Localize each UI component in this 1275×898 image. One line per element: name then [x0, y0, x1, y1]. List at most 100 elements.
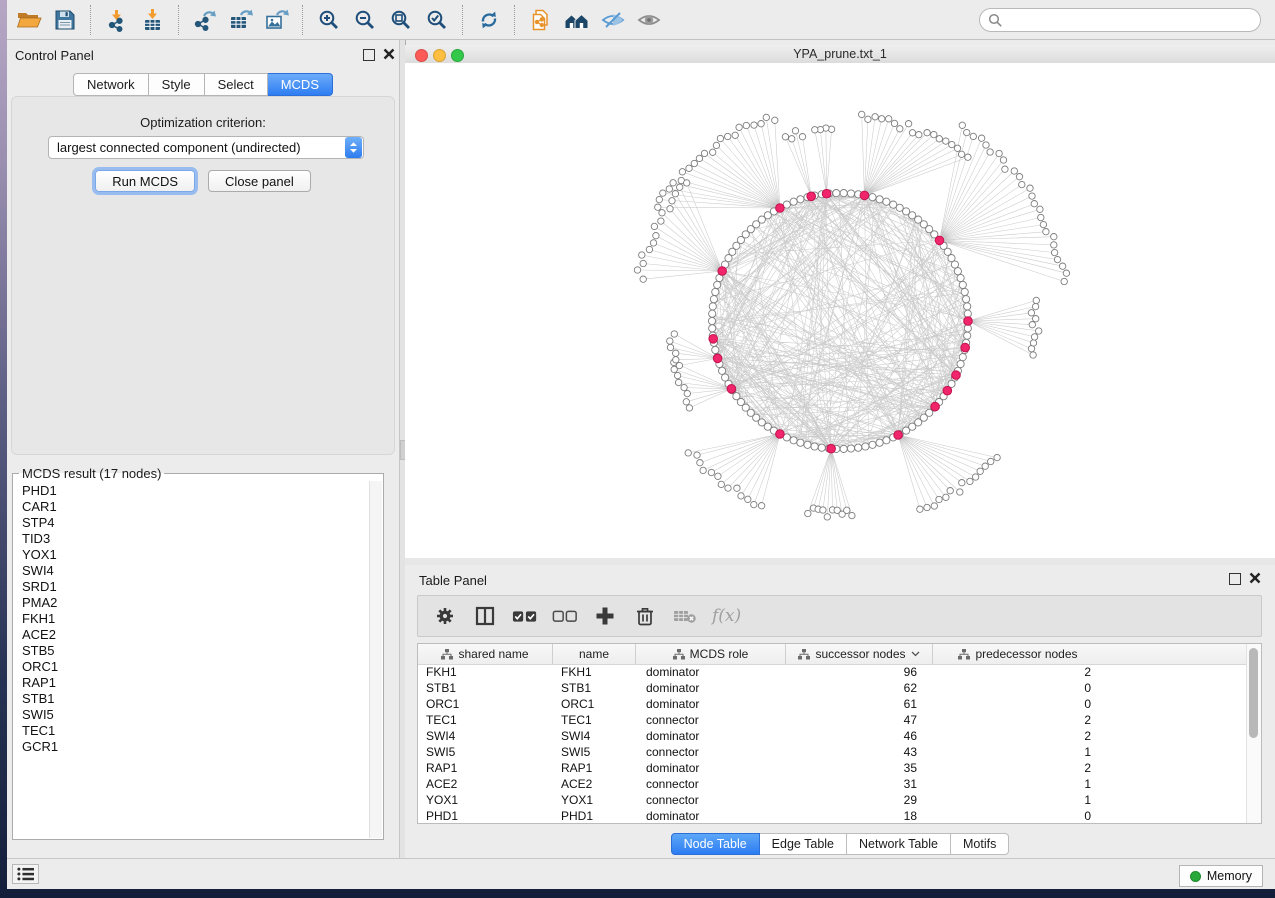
network-leaf-node[interactable]: [634, 267, 640, 273]
network-leaf-node[interactable]: [667, 344, 673, 350]
network-node[interactable]: [709, 303, 716, 310]
network-node[interactable]: [883, 437, 890, 444]
network-leaf-node[interactable]: [972, 474, 978, 480]
network-dominator-node[interactable]: [709, 335, 718, 344]
mcds-result-item[interactable]: YOX1: [22, 547, 370, 563]
column-header-mcds-role[interactable]: MCDS role: [636, 644, 786, 664]
network-node[interactable]: [847, 445, 854, 452]
network-leaf-node[interactable]: [1033, 316, 1039, 322]
network-node[interactable]: [710, 296, 717, 303]
network-leaf-node[interactable]: [686, 405, 692, 411]
mcds-result-item[interactable]: SWI5: [22, 707, 370, 723]
network-leaf-node[interactable]: [886, 116, 892, 122]
network-node[interactable]: [709, 310, 716, 317]
network-node[interactable]: [959, 281, 966, 288]
network-leaf-node[interactable]: [943, 494, 949, 500]
network-leaf-node[interactable]: [758, 121, 764, 127]
float-table-panel-icon[interactable]: [1229, 573, 1241, 585]
network-leaf-node[interactable]: [738, 493, 744, 499]
network-leaf-node[interactable]: [725, 133, 731, 139]
network-node[interactable]: [954, 268, 961, 275]
table-row[interactable]: ACE2ACE2connector311: [418, 776, 1247, 792]
tab-motifs[interactable]: Motifs: [951, 833, 1009, 855]
network-leaf-node[interactable]: [640, 276, 646, 282]
network-leaf-node[interactable]: [1051, 249, 1057, 255]
network-leaf-node[interactable]: [700, 467, 706, 473]
network-leaf-node[interactable]: [1027, 185, 1033, 191]
tab-edge-table[interactable]: Edge Table: [760, 833, 847, 855]
houses-button[interactable]: [559, 4, 595, 36]
network-leaf-node[interactable]: [1036, 328, 1042, 334]
network-leaf-node[interactable]: [673, 350, 679, 356]
table-row[interactable]: ORC1ORC1dominator610: [418, 696, 1247, 712]
tab-mcds[interactable]: MCDS: [268, 73, 333, 96]
network-node[interactable]: [963, 296, 970, 303]
network-leaf-node[interactable]: [713, 142, 719, 148]
column-header-predecessor-nodes[interactable]: predecessor nodes: [933, 644, 1103, 664]
network-leaf-node[interactable]: [977, 468, 983, 474]
network-node[interactable]: [708, 317, 715, 324]
network-leaf-node[interactable]: [987, 149, 993, 155]
network-leaf-node[interactable]: [710, 149, 716, 155]
mcds-result-item[interactable]: GCR1: [22, 739, 370, 755]
network-leaf-node[interactable]: [1054, 256, 1060, 262]
network-node[interactable]: [790, 198, 797, 205]
network-leaf-node[interactable]: [1032, 303, 1038, 309]
mcds-result-list[interactable]: PHD1CAR1STP4TID3YOX1SWI4SRD1PMA2FKH1ACE2…: [14, 481, 370, 838]
network-leaf-node[interactable]: [824, 514, 830, 520]
mcds-result-scrollbar[interactable]: [369, 481, 382, 838]
network-leaf-node[interactable]: [1030, 352, 1036, 358]
network-leaf-node[interactable]: [983, 142, 989, 148]
network-leaf-node[interactable]: [965, 154, 971, 160]
network-canvas[interactable]: [405, 63, 1275, 558]
mcds-result-item[interactable]: FKH1: [22, 611, 370, 627]
network-node[interactable]: [797, 439, 804, 446]
network-leaf-node[interactable]: [792, 128, 798, 134]
mcds-result-item[interactable]: STB1: [22, 691, 370, 707]
network-leaf-node[interactable]: [1061, 278, 1067, 284]
network-leaf-node[interactable]: [674, 372, 680, 378]
network-leaf-node[interactable]: [1000, 157, 1006, 163]
network-leaf-node[interactable]: [954, 145, 960, 151]
network-leaf-node[interactable]: [799, 134, 805, 140]
mcds-result-item[interactable]: ACE2: [22, 627, 370, 643]
network-leaf-node[interactable]: [924, 504, 930, 510]
network-leaf-node[interactable]: [696, 155, 702, 161]
network-leaf-node[interactable]: [734, 485, 740, 491]
hide-selected-button[interactable]: [595, 4, 631, 36]
task-history-button[interactable]: [12, 864, 39, 884]
network-dominator-node[interactable]: [713, 354, 722, 363]
network-dominator-node[interactable]: [727, 385, 736, 394]
table-row[interactable]: FKH1FKH1dominator962: [418, 664, 1247, 680]
network-leaf-node[interactable]: [820, 507, 826, 513]
import-table-button[interactable]: [135, 4, 171, 36]
memory-button[interactable]: Memory: [1179, 865, 1263, 887]
network-node[interactable]: [876, 439, 883, 446]
network-leaf-node[interactable]: [694, 452, 700, 458]
network-leaf-node[interactable]: [758, 503, 764, 509]
network-leaf-node[interactable]: [1002, 166, 1008, 172]
network-view-titlebar[interactable]: YPA_prune.txt_1: [405, 45, 1275, 64]
network-leaf-node[interactable]: [1051, 242, 1057, 248]
network-leaf-node[interactable]: [891, 120, 897, 126]
table-scrollbar[interactable]: [1246, 644, 1261, 823]
import-network-button[interactable]: [99, 4, 135, 36]
network-leaf-node[interactable]: [970, 133, 976, 139]
network-leaf-node[interactable]: [650, 240, 656, 246]
network-leaf-node[interactable]: [656, 196, 662, 202]
network-leaf-node[interactable]: [677, 184, 683, 190]
network-node[interactable]: [818, 444, 825, 451]
run-mcds-button[interactable]: Run MCDS: [95, 170, 195, 192]
network-leaf-node[interactable]: [1031, 201, 1037, 207]
network-leaf-node[interactable]: [725, 485, 731, 491]
zoom-fit-button[interactable]: [383, 4, 419, 36]
network-leaf-node[interactable]: [967, 478, 973, 484]
network-leaf-node[interactable]: [1011, 168, 1017, 174]
network-leaf-node[interactable]: [1016, 174, 1022, 180]
network-node[interactable]: [876, 196, 883, 203]
optimization-criterion-select[interactable]: largest connected component (undirected): [48, 136, 364, 159]
network-leaf-node[interactable]: [660, 190, 666, 196]
network-leaf-node[interactable]: [936, 496, 942, 502]
network-leaf-node[interactable]: [732, 132, 738, 138]
network-leaf-node[interactable]: [1029, 193, 1035, 199]
